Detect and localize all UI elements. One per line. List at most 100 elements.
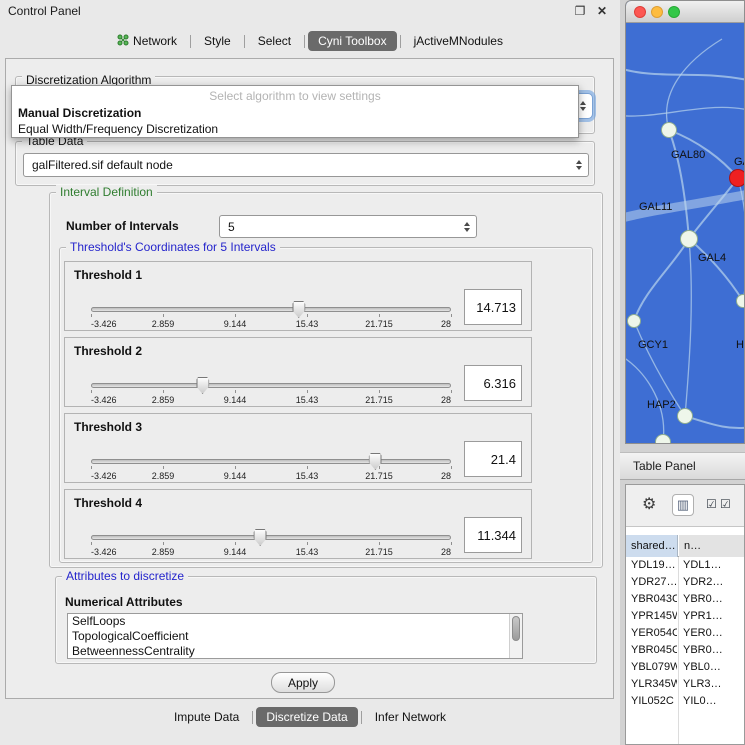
list-scrollbar[interactable]: [509, 614, 522, 658]
cell-name[interactable]: YIL0…: [683, 693, 744, 710]
checkbox-icon[interactable]: ☑: [706, 497, 717, 511]
gear-icon[interactable]: ⚙: [642, 496, 656, 514]
tick-label: 21.715: [365, 471, 393, 481]
cell-shared-name[interactable]: YIL052C: [631, 693, 677, 710]
slider-tick-labels: -3.426 2.859 9.144 15.43 21.715 28: [91, 319, 451, 330]
tab-style[interactable]: Style: [194, 31, 241, 51]
cell-name[interactable]: YBR0…: [683, 591, 744, 608]
table-panel-header: Table Panel: [620, 452, 745, 480]
threshold-2-value-field[interactable]: 6.316: [464, 365, 522, 401]
network-node[interactable]: [680, 230, 698, 248]
threshold-4-slider-track[interactable]: [91, 535, 451, 540]
table-header-row: shared… n…: [626, 535, 744, 557]
dropdown-option-manual-discretization[interactable]: Manual Discretization: [12, 105, 578, 121]
table-row[interactable]: YDL19… YDL1…: [626, 557, 744, 574]
network-node[interactable]: [677, 408, 693, 424]
numerical-attributes-label: Numerical Attributes: [65, 595, 183, 609]
tab-jactivemnodules[interactable]: jActiveMNodules: [404, 31, 513, 51]
close-window-icon[interactable]: ✕: [594, 3, 610, 19]
minimize-traffic-light-button[interactable]: [651, 6, 663, 18]
table-row[interactable]: YLR345W YLR3…: [626, 676, 744, 693]
cell-name[interactable]: YER0…: [683, 625, 744, 642]
threshold-1-slider[interactable]: -3.426 2.859 9.144 15.43 21.715 28: [91, 301, 451, 331]
list-item-topologicalcoefficient[interactable]: TopologicalCoefficient: [68, 629, 522, 644]
threshold-4-label: Threshold 4: [74, 496, 142, 510]
network-node-selected-red[interactable]: [729, 169, 745, 187]
combo-stepper-icon[interactable]: [464, 222, 470, 232]
node-label-gal80: GAL80: [671, 149, 705, 161]
column-header-shared-name[interactable]: shared…: [626, 535, 678, 557]
apply-button[interactable]: Apply: [271, 672, 335, 693]
numerical-attributes-list: SelfLoops TopologicalCoefficient Between…: [67, 613, 523, 659]
network-node[interactable]: [655, 434, 671, 444]
threshold-2-slider[interactable]: -3.426 2.859 9.144 15.43 21.715 28: [91, 377, 451, 407]
list-scrollbar-thumb[interactable]: [512, 616, 520, 641]
table-data-combobox[interactable]: galFiltered.sif default node: [23, 153, 589, 177]
close-traffic-light-button[interactable]: [634, 6, 646, 18]
threshold-4-slider[interactable]: -3.426 2.859 9.144 15.43 21.715 28: [91, 529, 451, 559]
tab-network[interactable]: Network: [107, 31, 187, 52]
table-row[interactable]: YBR045C YBR0…: [626, 642, 744, 659]
tab-select[interactable]: Select: [248, 31, 301, 51]
table-row[interactable]: YBL079W YBL0…: [626, 659, 744, 676]
slider-tickmarks: [91, 542, 452, 545]
tick-label: 2.859: [152, 547, 175, 557]
cell-name[interactable]: YDL1…: [683, 557, 744, 574]
threshold-3-slider-track[interactable]: [91, 459, 451, 464]
interval-definition-group-title: Interval Definition: [56, 185, 157, 199]
list-item-selfloops[interactable]: SelfLoops: [68, 614, 522, 629]
cell-name[interactable]: YBR0…: [683, 642, 744, 659]
cyni-bottom-tabs: Impute Data Discretize Data Infer Networ…: [0, 705, 620, 729]
list-item-betweennesscentrality[interactable]: BetweennessCentrality: [68, 644, 522, 659]
threshold-4-value-field[interactable]: 11.344: [464, 517, 522, 553]
checkbox-icon[interactable]: ☑: [720, 497, 731, 511]
cell-shared-name[interactable]: YLR345W: [631, 676, 677, 693]
tick-label: 28: [441, 547, 451, 557]
threshold-3-value-field[interactable]: 21.4: [464, 441, 522, 477]
table-row[interactable]: YBR043C YBR0…: [626, 591, 744, 608]
tab-impute-data[interactable]: Impute Data: [164, 707, 249, 727]
cell-shared-name[interactable]: YDL19…: [631, 557, 677, 574]
tab-separator: [361, 711, 362, 724]
column-selector-icon[interactable]: ▥: [672, 494, 694, 516]
cell-name[interactable]: YPR1…: [683, 608, 744, 625]
column-header-name[interactable]: n…: [679, 535, 744, 557]
network-canvas[interactable]: GAL80 GA GAL11 GAL4 GCY1 H HAP2: [626, 23, 745, 444]
node-label-gal11: GAL11: [639, 201, 672, 213]
tick-label: -3.426: [91, 547, 117, 557]
network-node[interactable]: [661, 122, 677, 138]
network-node[interactable]: [736, 294, 745, 308]
float-window-icon[interactable]: ❐: [572, 3, 588, 19]
cell-shared-name[interactable]: YBL079W: [631, 659, 677, 676]
table-row[interactable]: YIL052C YIL0…: [626, 693, 744, 710]
threshold-1-slider-track[interactable]: [91, 307, 451, 312]
slider-tick-labels: -3.426 2.859 9.144 15.43 21.715 28: [91, 471, 451, 482]
combo-stepper-icon[interactable]: [576, 160, 582, 170]
threshold-3-slider[interactable]: -3.426 2.859 9.144 15.43 21.715 28: [91, 453, 451, 483]
number-of-intervals-label: Number of Intervals: [66, 219, 179, 233]
table-body: YDL19… YDL1… YDR27… YDR2… YBR043C YBR0… YPR…: [626, 557, 744, 744]
tab-infer-network-label: Infer Network: [375, 710, 446, 724]
zoom-traffic-light-button[interactable]: [668, 6, 680, 18]
tab-cyni-toolbox[interactable]: Cyni Toolbox: [308, 31, 396, 51]
dropdown-option-equal-width-frequency[interactable]: Equal Width/Frequency Discretization: [12, 121, 578, 137]
cell-name[interactable]: YDR2…: [683, 574, 744, 591]
table-row[interactable]: YER054C YER0…: [626, 625, 744, 642]
cell-shared-name[interactable]: YER054C: [631, 625, 677, 642]
table-row[interactable]: YDR27… YDR2…: [626, 574, 744, 591]
cell-shared-name[interactable]: YPR145W: [631, 608, 677, 625]
cell-shared-name[interactable]: YDR27…: [631, 574, 677, 591]
cell-shared-name[interactable]: YBR043C: [631, 591, 677, 608]
tab-infer-network[interactable]: Infer Network: [365, 707, 456, 727]
table-row[interactable]: YPR145W YPR1…: [626, 608, 744, 625]
threshold-1-value-field[interactable]: 14.713: [464, 289, 522, 325]
cell-name[interactable]: YBL0…: [683, 659, 744, 676]
cell-shared-name[interactable]: YBR045C: [631, 642, 677, 659]
combo-stepper-icon[interactable]: [580, 101, 586, 111]
tick-label: 15.43: [296, 395, 319, 405]
threshold-2-slider-track[interactable]: [91, 383, 451, 388]
network-node[interactable]: [627, 314, 641, 328]
number-of-intervals-combobox[interactable]: 5: [219, 215, 477, 238]
cell-name[interactable]: YLR3…: [683, 676, 744, 693]
tab-discretize-data[interactable]: Discretize Data: [256, 707, 357, 727]
